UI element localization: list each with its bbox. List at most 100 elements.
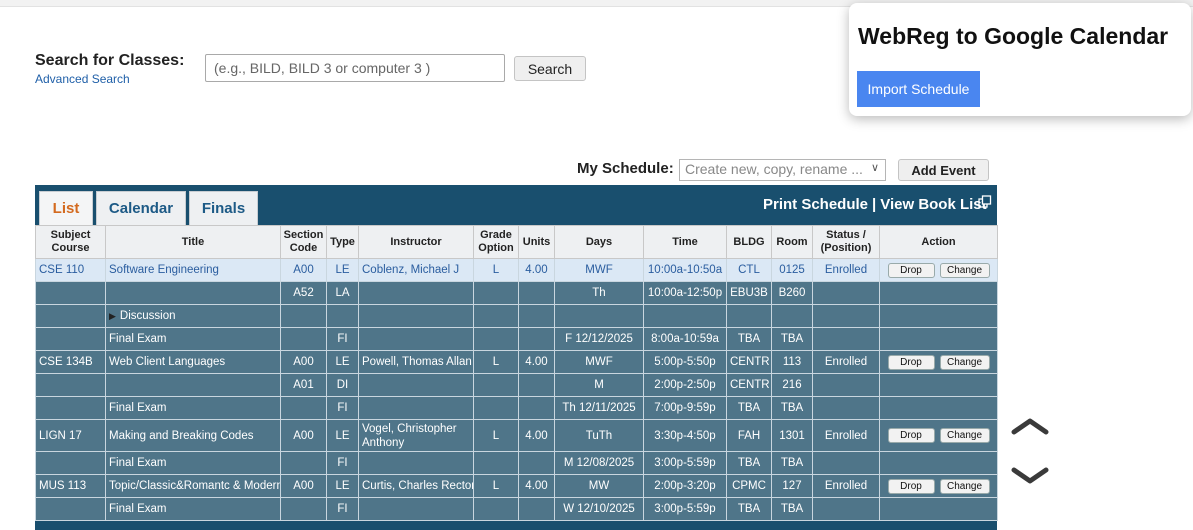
cell-time: 2:00p-3:20p bbox=[643, 474, 727, 498]
cell-days: Th bbox=[554, 281, 644, 305]
expand-triangle-icon[interactable]: ▶ bbox=[109, 311, 116, 321]
cell-grade bbox=[473, 396, 519, 420]
cell-text: 216 bbox=[782, 379, 802, 391]
cell-text: 4.00 bbox=[525, 429, 548, 442]
cell-text: Th bbox=[592, 287, 606, 299]
cell-status bbox=[812, 327, 880, 351]
tab-list[interactable]: List bbox=[39, 191, 93, 225]
cell-room bbox=[771, 304, 813, 328]
cell-days: MW bbox=[554, 474, 644, 498]
cell-text: Enrolled bbox=[824, 480, 868, 492]
change-button[interactable]: Change bbox=[939, 428, 990, 443]
chevron-down-icon[interactable] bbox=[1010, 466, 1050, 486]
cell-subject: MUS 113 bbox=[35, 474, 106, 498]
cell-instructor bbox=[358, 373, 474, 397]
cell-text: CTL bbox=[738, 264, 760, 276]
add-event-button[interactable]: Add Event bbox=[898, 159, 989, 181]
chevron-up-icon[interactable] bbox=[1010, 416, 1050, 436]
cell-text: F 12/12/2025 bbox=[565, 333, 633, 345]
change-button[interactable]: Change bbox=[939, 262, 990, 278]
cell-instructor bbox=[358, 304, 474, 328]
cell-room: TBA bbox=[771, 327, 813, 351]
cell-type: LE bbox=[326, 474, 359, 498]
change-button[interactable]: Change bbox=[939, 478, 990, 494]
cell-grade bbox=[473, 451, 519, 475]
external-link-icon[interactable] bbox=[978, 195, 992, 209]
cell-room: 127 bbox=[771, 474, 813, 498]
drop-button[interactable]: Drop bbox=[887, 354, 935, 370]
cell-text: EBU3B bbox=[730, 287, 768, 299]
cell-text: 3:30p-4:50p bbox=[654, 429, 716, 442]
cell-subject bbox=[35, 451, 106, 475]
cell-time: 3:00p-5:59p bbox=[643, 451, 727, 475]
cell-text: Enrolled bbox=[824, 356, 868, 368]
cell-subject bbox=[35, 497, 106, 521]
cell-text: 3:00p-5:59p bbox=[654, 503, 716, 515]
cell-type: DI bbox=[326, 373, 359, 397]
import-schedule-button[interactable]: Import Schedule bbox=[857, 71, 980, 107]
cell-text: MW bbox=[588, 480, 610, 492]
cell-instructor: Coblenz, Michael J bbox=[358, 258, 474, 282]
cell-section: A00 bbox=[280, 474, 327, 498]
tab-finals[interactable]: Finals bbox=[189, 191, 258, 225]
cell-text: TBA bbox=[780, 457, 804, 469]
cell-type: LA bbox=[326, 281, 359, 305]
my-schedule-label: My Schedule: bbox=[577, 160, 674, 177]
search-input[interactable] bbox=[205, 54, 505, 82]
cell-days: M bbox=[554, 373, 644, 397]
cell-text: Discussion bbox=[119, 310, 176, 322]
cell-subject: CSE 134B bbox=[35, 350, 106, 374]
cell-type: LE bbox=[326, 258, 359, 282]
cell-bldg: FAH bbox=[726, 419, 772, 452]
view-book-list-link[interactable]: View Book List bbox=[880, 196, 986, 213]
drop-button[interactable]: Drop bbox=[887, 262, 935, 278]
extension-popup: WebReg to Google Calendar Import Schedul… bbox=[849, 3, 1191, 116]
cell-subject: CSE 110 bbox=[35, 258, 106, 282]
cell-status: Enrolled bbox=[812, 474, 880, 498]
cell-title[interactable]: ▶ Discussion bbox=[105, 304, 281, 328]
change-button[interactable]: Change bbox=[939, 354, 990, 370]
cell-instructor: Vogel, Christopher Anthony bbox=[358, 419, 474, 452]
cell-section: A00 bbox=[280, 419, 327, 452]
print-schedule-link[interactable]: Print Schedule bbox=[763, 196, 868, 213]
column-header: Section Code bbox=[280, 225, 327, 259]
cell-action: Drop Change bbox=[879, 474, 998, 498]
search-button[interactable]: Search bbox=[514, 56, 586, 81]
cell-action bbox=[879, 396, 998, 420]
drop-button[interactable]: Drop bbox=[887, 478, 935, 494]
table-row: MUS 113 Topic/Classic&Romantc & Modern A00… bbox=[35, 474, 998, 498]
cell-text: LA bbox=[335, 287, 350, 299]
cell-time: 8:00a-10:59a bbox=[643, 327, 727, 351]
cell-status: Enrolled bbox=[812, 258, 880, 282]
table-row: CSE 134B Web Client Languages A00 LE Powell,… bbox=[35, 350, 998, 374]
cell-room: 113 bbox=[771, 350, 813, 374]
advanced-search-link[interactable]: Advanced Search bbox=[35, 72, 130, 86]
cell-text: A00 bbox=[293, 480, 314, 492]
cell-text: FI bbox=[337, 457, 348, 469]
cell-text: FI bbox=[337, 503, 348, 515]
cell-text: 7:00p-9:59p bbox=[654, 402, 716, 414]
cell-type bbox=[326, 304, 359, 328]
tab-calendar[interactable]: Calendar bbox=[96, 191, 186, 225]
column-header: Units bbox=[518, 225, 555, 259]
cell-bldg: TBA bbox=[726, 451, 772, 475]
cell-text: MWF bbox=[585, 264, 613, 276]
cell-units: 4.00 bbox=[518, 474, 555, 498]
cell-status: Enrolled bbox=[812, 419, 880, 452]
cell-room: TBA bbox=[771, 396, 813, 420]
cell-units bbox=[518, 497, 555, 521]
drop-button[interactable]: Drop bbox=[887, 428, 935, 443]
cell-title: Final Exam bbox=[105, 451, 281, 475]
cell-instructor: Powell, Thomas Allan bbox=[358, 350, 474, 374]
search-label: Search for Classes: bbox=[35, 52, 185, 69]
column-header: Time bbox=[643, 225, 727, 259]
cell-section bbox=[280, 327, 327, 351]
cell-units bbox=[518, 451, 555, 475]
cell-text: 5:00p-5:50p bbox=[654, 356, 716, 368]
cell-text: Th 12/11/2025 bbox=[562, 402, 636, 414]
table-row: A52 LA Th 10:00a-12:50p EBU3B B260 bbox=[35, 281, 998, 305]
my-schedule-select[interactable]: Create new, copy, rename ... ∨ bbox=[679, 159, 886, 181]
cell-room: TBA bbox=[771, 497, 813, 521]
my-schedule-select-value: Create new, copy, rename ... bbox=[685, 161, 863, 177]
cell-units bbox=[518, 373, 555, 397]
